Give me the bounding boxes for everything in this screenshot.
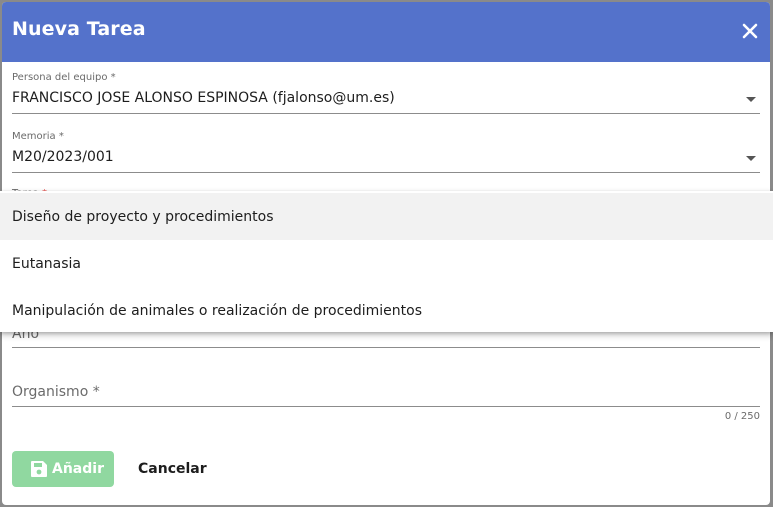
add-button-label: Añadir xyxy=(52,461,104,477)
persona-label: Persona del equipo * xyxy=(12,72,116,83)
option-diseno[interactable]: Diseño de proyecto y procedimientos xyxy=(0,193,773,240)
tarea-options-panel: Diseño de proyecto y procedimientos Euta… xyxy=(0,191,773,332)
memoria-underline xyxy=(12,172,760,173)
dialog-header: Nueva Tarea xyxy=(2,2,770,62)
organismo-label: Organismo * xyxy=(12,384,100,400)
option-label: Manipulación de animales o realización d… xyxy=(12,303,423,319)
close-icon[interactable] xyxy=(740,21,760,41)
organismo-underline xyxy=(12,406,760,407)
save-icon xyxy=(31,461,47,477)
memoria-label: Memoria * xyxy=(12,131,64,142)
persona-select[interactable]: Persona del equipo * FRANCISCO JOSE ALON… xyxy=(12,68,760,116)
memoria-select[interactable]: Memoria * M20/2023/001 xyxy=(12,127,760,175)
dialog-title: Nueva Tarea xyxy=(12,18,146,40)
cancel-button[interactable]: Cancelar xyxy=(138,461,207,477)
option-eutanasia[interactable]: Eutanasia xyxy=(0,240,773,287)
add-button[interactable]: Añadir xyxy=(12,451,114,487)
organismo-char-counter: 0 / 250 xyxy=(724,411,760,422)
memoria-value: M20/2023/001 xyxy=(12,149,114,165)
chevron-down-icon xyxy=(746,156,756,161)
persona-underline xyxy=(12,113,760,114)
chevron-down-icon xyxy=(746,97,756,102)
option-manipulacion[interactable]: Manipulación de animales o realización d… xyxy=(0,287,773,334)
persona-value: FRANCISCO JOSE ALONSO ESPINOSA (fjalonso… xyxy=(12,90,395,106)
option-label: Diseño de proyecto y procedimientos xyxy=(12,209,274,225)
option-label: Eutanasia xyxy=(12,256,82,272)
anio-underline xyxy=(12,347,760,348)
organismo-field[interactable]: Organismo * 0 / 250 xyxy=(12,374,760,426)
